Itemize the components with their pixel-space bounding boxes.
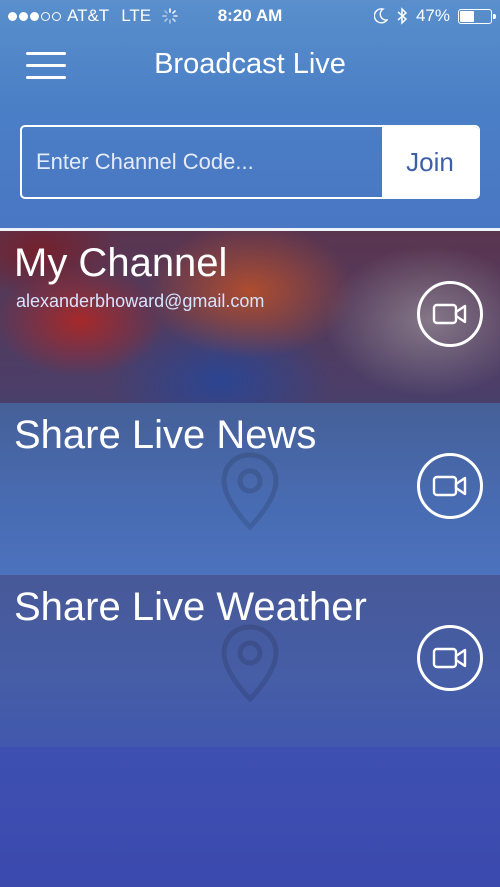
join-channel-bar: Join [20,125,480,199]
channel-code-input[interactable] [22,127,382,197]
channel-row-my-channel[interactable]: My Channel alexanderbhoward@gmail.com [0,231,500,403]
moon-icon [373,8,388,24]
battery-icon [458,8,496,24]
video-camera-icon[interactable] [417,625,483,691]
battery-percent: 47% [415,6,450,25]
status-bar: AT&T LTE 8:20 AM 47% [0,0,500,34]
channel-title: My Channel [14,241,228,285]
channel-row-share-live-news[interactable]: Share Live News [0,403,500,575]
location-pin-icon [221,452,279,531]
channel-email: alexanderbhoward@gmail.com [16,291,265,311]
join-button[interactable]: Join [382,127,478,197]
channel-row-share-live-weather[interactable]: Share Live Weather [0,575,500,747]
channel-title: Share Live News [14,413,317,457]
status-right: 47% [373,6,496,26]
page-title: Broadcast Live [154,48,346,80]
video-camera-icon[interactable] [417,281,483,347]
battery-fill [460,10,475,22]
video-camera-icon[interactable] [417,453,483,519]
channel-title: Share Live Weather [14,585,367,629]
bluetooth-icon [397,7,408,25]
location-pin-icon [221,624,279,703]
nav-bar: Broadcast Live [0,34,500,98]
